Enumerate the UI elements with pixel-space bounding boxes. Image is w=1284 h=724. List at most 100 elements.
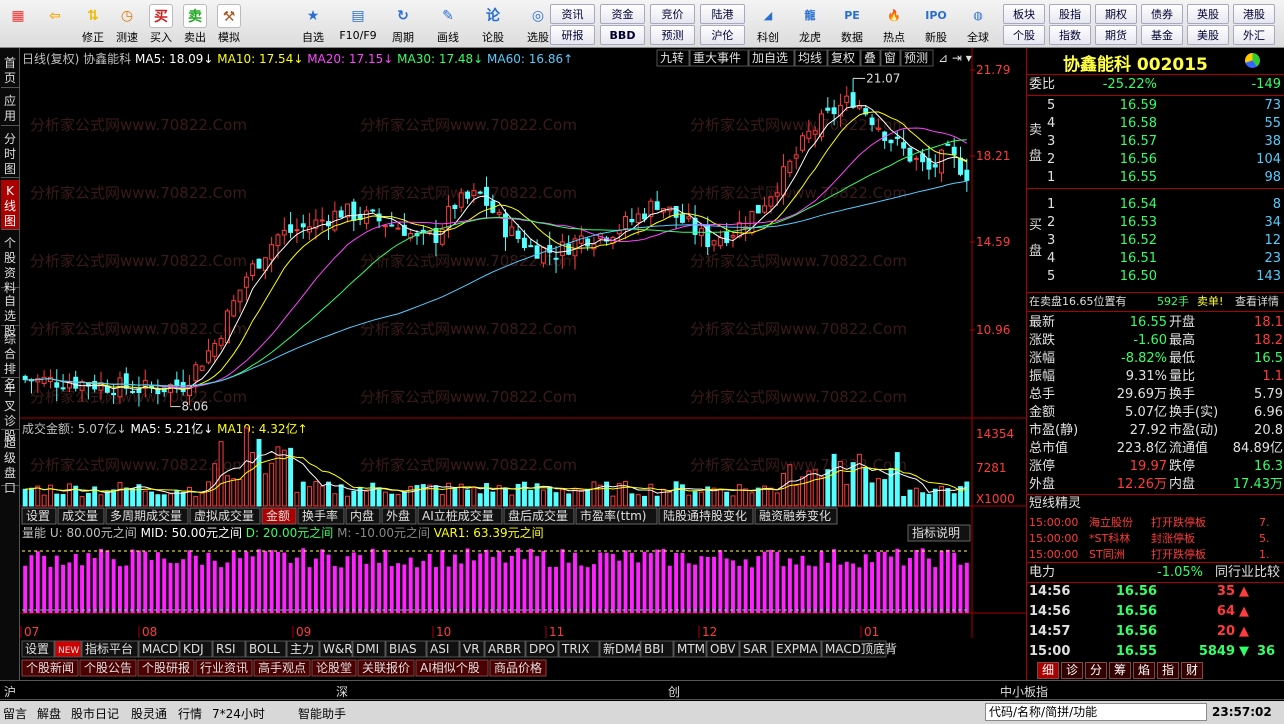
toolbar-chart-button[interactable]: ◢ 科创 xyxy=(748,2,788,46)
candle-body xyxy=(875,127,881,130)
clock-icon: ◷ xyxy=(120,8,134,24)
kline-chart-area[interactable]: 分析家公式网www.70822.Com 分析家公式网www.70822.Com 分析… xyxy=(20,48,1026,678)
candle-body xyxy=(465,191,471,199)
indicator-tab-label: ARBR xyxy=(488,642,521,656)
windows-button[interactable]: ▦ xyxy=(3,2,33,46)
toolbar-market-button[interactable]: 指数 xyxy=(1049,25,1091,45)
toolbar-market-button[interactable]: 板块 xyxy=(1003,4,1045,24)
index-label[interactable]: 中小板指 xyxy=(1000,683,1048,700)
toolbar-cycle-button[interactable]: ↻ 周期 xyxy=(382,2,424,46)
chart-tool-label: 预测 xyxy=(904,51,928,65)
candle-body xyxy=(174,379,180,387)
toolbar-market-button[interactable]: 外汇 xyxy=(1233,25,1275,45)
order-notice[interactable]: 在卖盘16.65位置有 592手 卖单! 查看详情 xyxy=(1027,293,1284,311)
quote-tab[interactable]: 筹 xyxy=(1109,662,1131,679)
toggle-icon[interactable]: ⊿ ⇥ ▾ xyxy=(938,51,972,65)
quote-cell: 16.58 xyxy=(1119,116,1157,131)
bottom-link[interactable]: 股市日记 xyxy=(71,705,119,722)
quote-tab[interactable]: 分 xyxy=(1085,662,1107,679)
leftnav-item[interactable]: 首页 xyxy=(1,52,19,88)
toolbar-star-button[interactable]: ★ 自选 xyxy=(292,2,334,46)
pie-icon[interactable] xyxy=(1245,53,1260,68)
toolbar-market-button[interactable]: 股指 xyxy=(1049,4,1091,24)
toolbar-market-button[interactable]: 期货 xyxy=(1095,25,1137,45)
indicator-bar xyxy=(882,551,887,613)
bottom-link[interactable]: 智能助手 xyxy=(298,705,346,722)
toolbar-ipo-button[interactable]: IPO 新股 xyxy=(916,2,956,46)
quote-tab[interactable]: 财 xyxy=(1181,662,1203,679)
toolbar-market-button[interactable]: 美股 xyxy=(1187,25,1229,45)
index-label[interactable]: 沪 xyxy=(4,683,16,700)
toolbar-small-button[interactable]: 资讯 xyxy=(550,4,595,24)
notice-link[interactable]: 查看详情 xyxy=(1235,293,1279,311)
index-label[interactable]: 深 xyxy=(336,683,348,700)
pencil-icon: ✎ xyxy=(442,8,454,24)
f10-icon: ▤ xyxy=(351,8,365,24)
toolbar-discuss-button[interactable]: 论论股 xyxy=(472,2,514,46)
toolbar-small-button[interactable]: BBD xyxy=(600,25,645,45)
toolbar-pe-button[interactable]: PE 数据 xyxy=(832,2,872,46)
index-label[interactable]: 创 xyxy=(668,683,680,700)
leftnav-item[interactable]: 超级盘口 xyxy=(1,432,19,495)
stat-row: 涨跌 -1.60 最高 18.2 xyxy=(1027,332,1284,350)
leftnav-item[interactable]: 综合排名 xyxy=(1,328,19,391)
candle-body xyxy=(193,364,199,382)
watermark-text: 分析家公式网www.70822.Com xyxy=(360,456,577,474)
toolbar-small-button[interactable]: 沪伦 xyxy=(700,25,745,45)
leftnav-item[interactable]: 分时图 xyxy=(1,128,19,178)
toolbar-market-button[interactable]: 债券 xyxy=(1141,4,1183,24)
ma-legend: MA20: 17.15↓ xyxy=(307,52,397,66)
indicator-bar xyxy=(276,551,280,613)
back-arrow-button[interactable]: ⇦ xyxy=(35,2,75,46)
candle-body xyxy=(534,245,540,259)
toolbar-dragon-button[interactable]: 龍龙虎 xyxy=(790,2,830,46)
toolbar-globe-button[interactable]: ◍ 全球 xyxy=(958,2,998,46)
toolbar-small-button[interactable]: 陆港 xyxy=(700,4,745,24)
sell-button[interactable]: 卖卖出 xyxy=(179,2,211,46)
bottom-link[interactable]: 解盘 xyxy=(37,705,61,722)
toolbar-market-button[interactable]: 期权 xyxy=(1095,4,1137,24)
toolbar-pencil-button[interactable]: ✎ 画线 xyxy=(427,2,469,46)
bottom-link[interactable]: 留言 xyxy=(3,705,27,722)
candle-body xyxy=(41,376,47,384)
leftnav-item[interactable]: 个股资料 xyxy=(1,232,19,295)
bottom-link[interactable]: 股灵通 xyxy=(131,705,167,722)
toolbar-market-button[interactable]: 个股 xyxy=(1003,25,1045,45)
buy-button[interactable]: 买买入 xyxy=(145,2,177,46)
leftnav-item[interactable]: K线图 xyxy=(1,180,19,230)
quote-tab[interactable]: 诊 xyxy=(1061,662,1083,679)
bottom-link[interactable]: 行情 xyxy=(178,705,202,722)
toolbar-small-button[interactable]: 预测 xyxy=(650,25,695,45)
toolbar-market-button[interactable]: 港股 xyxy=(1233,4,1275,24)
leftnav-item[interactable]: 自选股 xyxy=(1,290,19,338)
toolbar-small-button[interactable]: 竞价 xyxy=(650,4,695,24)
quote-tab[interactable]: 指 xyxy=(1157,662,1179,679)
quote-cell: 34 xyxy=(1264,215,1281,230)
toolbar-small-button[interactable]: 研报 xyxy=(550,25,595,45)
clock-button[interactable]: ◷ 测速 xyxy=(111,2,143,46)
search-input[interactable]: 代码/名称/简拼/功能 xyxy=(985,703,1207,721)
up-down-button[interactable]: ⇅ 修正 xyxy=(77,2,109,46)
hammer-button[interactable]: ⚒ 模拟 xyxy=(213,2,245,46)
quote-tab[interactable]: 焰 xyxy=(1133,662,1155,679)
tick-volume: 5849 xyxy=(1198,644,1235,659)
leftnav-item[interactable]: 牛叉诊股 xyxy=(1,380,19,443)
toolbar-market-button[interactable]: 基金 xyxy=(1141,25,1183,45)
divider xyxy=(1027,311,1284,312)
volume-bar xyxy=(964,481,970,507)
candle-body xyxy=(642,213,647,220)
toolbar-market-button[interactable]: 英股 xyxy=(1187,4,1229,24)
toolbar-small-button[interactable]: 资金 xyxy=(600,4,645,24)
tick-row: 15:00 16.55 5849 ▼ 36 xyxy=(1027,643,1284,661)
indicator-bar xyxy=(465,548,470,613)
candle-body xyxy=(800,135,805,151)
dragon-icon: 龍 xyxy=(804,9,816,22)
leftnav-item[interactable]: 应用 xyxy=(1,90,19,126)
stat-label: 市盈(动) xyxy=(1169,423,1219,438)
toolbar-f10-button[interactable]: ▤ F10/F9 xyxy=(337,2,379,46)
bottom-link[interactable]: 7*24小时 xyxy=(212,705,265,722)
toolbar-hot-button[interactable]: 🔥 热点 xyxy=(874,2,914,46)
quote-tab[interactable]: 细 xyxy=(1037,662,1059,679)
volume-bar xyxy=(149,491,155,507)
stat-label: 量比 xyxy=(1169,369,1196,384)
